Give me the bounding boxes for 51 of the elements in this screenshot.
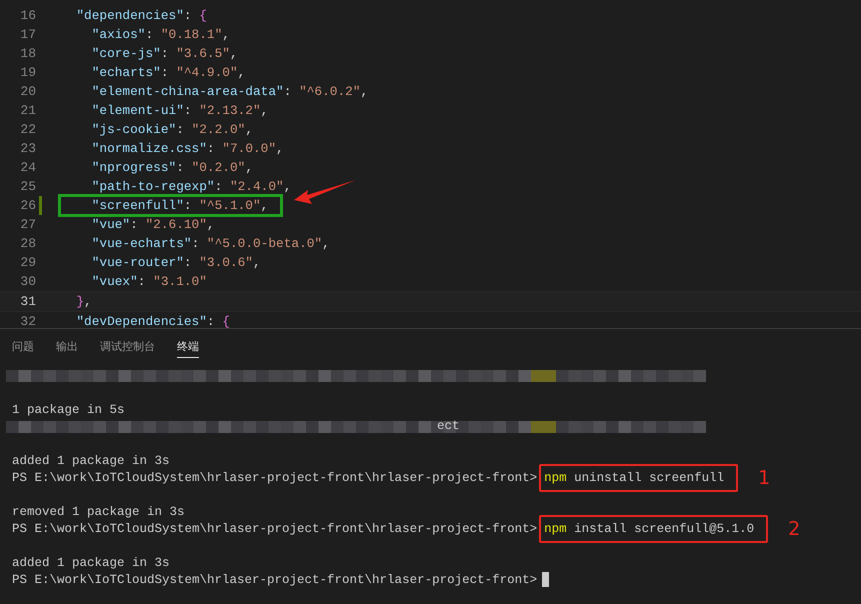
line-number: 24	[19, 160, 36, 175]
code-line: "nprogress": "0.2.0",	[90, 160, 254, 175]
code-line: "element-china-area-data": "^6.0.2",	[90, 84, 368, 99]
line-number: 20	[19, 84, 36, 99]
code-line: "devDependencies": {	[75, 314, 230, 329]
code-line: "echarts": "^4.9.0",	[90, 65, 246, 80]
terminal-text: added 1 package in 3s	[12, 556, 170, 570]
line-number: 27	[19, 217, 36, 232]
line-number: 22	[19, 122, 36, 137]
highlighted-command: npm uninstall screenfull	[539, 464, 738, 492]
annotation-number: 1	[758, 466, 770, 488]
highlighted-command: npm install screenfull@5.1.0	[539, 514, 768, 542]
code-line: "vue": "2.6.10",	[90, 217, 215, 232]
line-number: 32	[19, 314, 36, 329]
line-number: 18	[19, 46, 36, 61]
panel-tab[interactable]: 调试控制台	[100, 334, 155, 358]
code-line: "js-cookie": "2.2.0",	[90, 122, 254, 137]
code-line: "dependencies": {	[75, 8, 207, 23]
line-number: 21	[19, 103, 36, 118]
line-number: 16	[19, 8, 36, 23]
line-number: 23	[19, 141, 36, 156]
terminal-text: 1 package in 5s	[12, 402, 125, 416]
terminal-prompt: PS E:\work\IoTCloudSystem\hrlaser-project-front\hrlaser-project-front>	[12, 572, 538, 586]
line-number: 31	[19, 294, 36, 309]
code-line: "element-ui": "2.13.2",	[90, 103, 268, 118]
line-number: 30	[19, 274, 36, 289]
terminal-text: added 1 package in 3s	[12, 454, 170, 468]
annotation-number: 2	[788, 518, 800, 540]
panel-tab[interactable]: 输出	[56, 334, 78, 358]
line-number: 17	[19, 27, 36, 42]
terminal-text: ect	[437, 419, 460, 433]
code-line: },	[75, 294, 92, 309]
line-number: 28	[19, 236, 36, 251]
line-number: 26	[19, 198, 36, 213]
terminal-text: removed 1 package in 3s	[12, 504, 185, 518]
code-line: "vue-echarts": "^5.0.0-beta.0",	[90, 236, 330, 251]
line-number: 25	[19, 179, 36, 194]
line-number: 19	[19, 65, 36, 80]
modified-marker	[39, 196, 42, 215]
code-line: "path-to-regexp": "2.4.0",	[90, 179, 292, 194]
code-line: "vuex": "3.1.0"	[90, 274, 207, 289]
panel-tab[interactable]: 问题	[12, 334, 34, 358]
code-line: "vue-router": "3.0.6",	[90, 255, 261, 270]
panel-tab[interactable]: 终端	[177, 334, 199, 358]
terminal-prompt: PS E:\work\IoTCloudSystem\hrlaser-project-front\hrlaser-project-front>	[12, 522, 538, 536]
code-line: "core-js": "3.6.5",	[90, 46, 238, 61]
line-number: 29	[19, 255, 36, 270]
terminal-prompt: PS E:\work\IoTCloudSystem\hrlaser-project-front\hrlaser-project-front>	[12, 470, 538, 484]
code-line: "normalize.css": "7.0.0",	[90, 141, 284, 156]
cursor	[542, 572, 550, 587]
code-line: "axios": "0.18.1",	[90, 27, 230, 42]
